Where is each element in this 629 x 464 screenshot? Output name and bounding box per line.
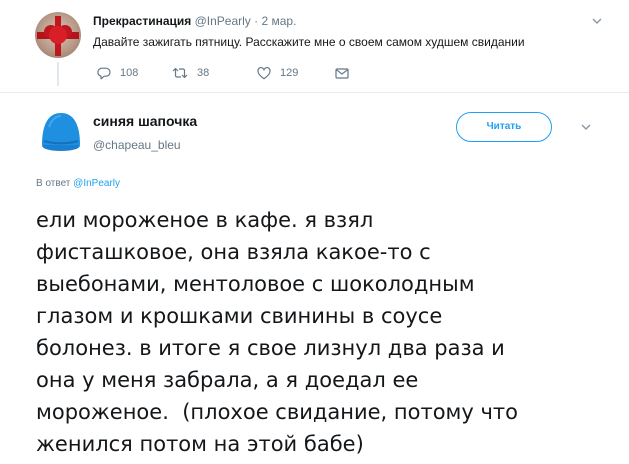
- parent-tweet[interactable]: Прекрастинация @InPearly · 2 мар. Давайт…: [0, 0, 629, 92]
- tweet-text-line: болонез. в итоге я свое лизнул два раза …: [36, 336, 505, 360]
- retweet-icon: [172, 67, 188, 79]
- heart-icon: [257, 66, 271, 79]
- tweet-divider: [0, 92, 629, 93]
- parent-header: Прекрастинация @InPearly · 2 мар.: [93, 14, 296, 28]
- main-author-handle[interactable]: @chapeau_bleu: [93, 138, 181, 152]
- like-button[interactable]: 129: [257, 65, 298, 81]
- avatar-bow: [49, 26, 67, 44]
- reply-context: В ответ @InPearly: [36, 178, 120, 189]
- reply-button[interactable]: 108: [97, 65, 138, 81]
- tweet-text-line: мороженое. (плохое свидание, потому что: [36, 400, 518, 424]
- tweet-text-line: выебонами, ментоловое с шоколодным: [36, 272, 475, 296]
- chevron-down-icon[interactable]: [592, 16, 602, 26]
- parent-avatar[interactable]: [35, 12, 81, 58]
- parent-separator: ·: [254, 14, 259, 28]
- tweet-text-line: женился потом на этой бабе): [36, 432, 364, 456]
- main-avatar[interactable]: [36, 105, 86, 155]
- reply-count: 108: [120, 67, 139, 79]
- main-author-name[interactable]: синяя шапочка: [93, 113, 197, 129]
- follow-button[interactable]: Читать: [456, 112, 552, 142]
- main-tweet-text: ели мороженое в кафе. я взял фисташковое…: [36, 204, 626, 460]
- tweet-text-line: она у меня забрала, а я доедал ее: [36, 368, 419, 392]
- direct-message-button[interactable]: [335, 65, 349, 81]
- tweet-text-line: глазом и крошками свинины в соусе: [36, 304, 443, 328]
- reply-to-prefix: В ответ: [36, 178, 71, 189]
- tweet-text-line: ели мороженое в кафе. я взял: [36, 208, 374, 232]
- like-count: 129: [280, 67, 299, 79]
- parent-author-name[interactable]: Прекрастинация: [93, 14, 191, 28]
- blue-beanie-image: [42, 113, 80, 151]
- parent-tweet-text: Давайте зажигать пятницу. Расскажите мне…: [93, 35, 525, 49]
- chevron-down-icon[interactable]: [581, 122, 591, 132]
- tweet-text-line: фисташковое, она взяла какое-то с: [36, 240, 431, 264]
- parent-timestamp[interactable]: 2 мар.: [261, 14, 296, 28]
- envelope-icon: [335, 67, 349, 79]
- parent-author-handle[interactable]: @InPearly: [195, 14, 251, 28]
- reply-icon: [97, 67, 111, 79]
- retweet-button[interactable]: 38: [172, 65, 209, 81]
- thread-connector: [57, 62, 59, 86]
- retweet-count: 38: [197, 67, 210, 79]
- reply-to-mention[interactable]: @InPearly: [73, 178, 120, 189]
